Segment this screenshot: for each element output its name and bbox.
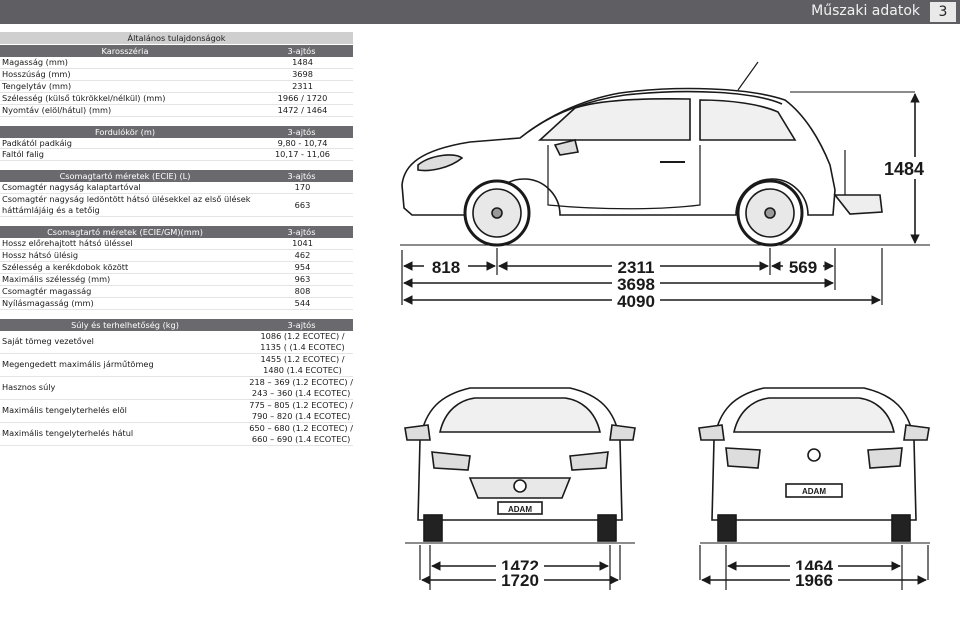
side-view-car: [401, 61, 883, 247]
dim-width: 1720: [501, 571, 539, 590]
front-plate: ADAM: [508, 505, 532, 514]
dim-front-overhang: 818: [432, 258, 460, 277]
dimension-drawing: ADAM ADAM 1484 818 2311 569 3698 4090 14…: [400, 61, 930, 590]
dim-width-mirrors: 1966: [795, 571, 833, 590]
rear-view-car: [698, 387, 930, 542]
dim-height: 1484: [884, 159, 924, 179]
dim-length-carrier: 4090: [617, 292, 655, 311]
dim-rear-overhang: 569: [789, 258, 817, 277]
rear-plate: ADAM: [802, 487, 826, 496]
front-view-car: [404, 387, 636, 542]
